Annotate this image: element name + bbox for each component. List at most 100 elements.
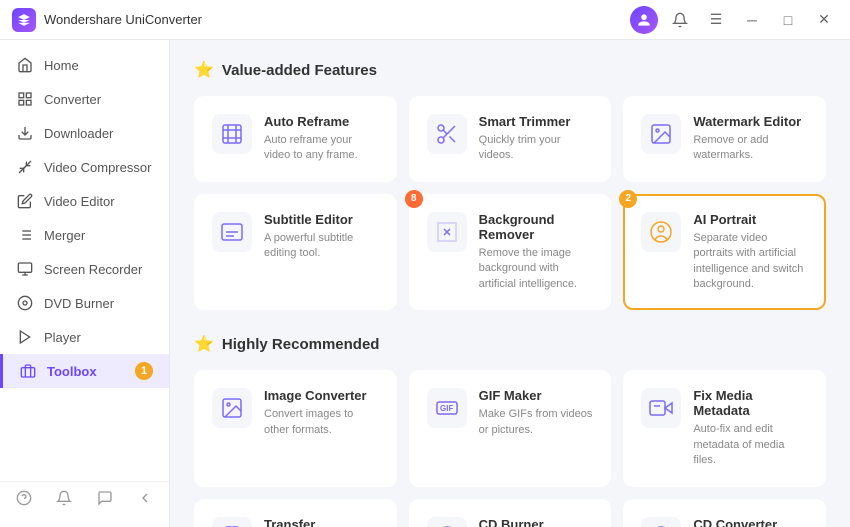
sidebar-item-video-editor-label: Video Editor (44, 194, 115, 209)
ai-portrait-badge: 2 (619, 190, 637, 208)
ai-portrait-badge-container: 2 (619, 190, 637, 208)
gif-maker-card[interactable]: GIF GIF Maker Make GIFs from videos or p… (409, 370, 612, 486)
notification-button[interactable] (666, 6, 694, 34)
value-added-title-text: Value-added Features (222, 62, 377, 79)
sidebar-item-video-compressor[interactable]: Video Compressor (0, 150, 169, 184)
help-icon[interactable] (16, 490, 32, 511)
value-added-icon: ⭐ (194, 60, 214, 80)
sidebar-item-screen-recorder[interactable]: Screen Recorder (0, 252, 169, 286)
cd-converter-name: CD Converter (693, 517, 808, 527)
transfer-icon (212, 517, 252, 527)
cd-converter-card[interactable]: CD Converter Convert music from CD. (623, 499, 826, 527)
background-remover-badge-container: 8 (405, 190, 423, 208)
image-converter-info: Image Converter Convert images to other … (264, 388, 379, 438)
subtitle-editor-icon (212, 212, 252, 252)
collapse-icon[interactable] (137, 490, 153, 511)
fix-media-metadata-info: Fix Media Metadata Auto-fix and edit met… (693, 388, 808, 468)
sidebar-item-dvd-burner[interactable]: DVD Burner (0, 286, 169, 320)
subtitle-editor-desc: A powerful subtitle editing tool. (264, 231, 379, 262)
dvd-burner-icon (16, 294, 34, 312)
ai-portrait-name: AI Portrait (693, 212, 808, 227)
sidebar: Home Converter Downloader Video Compress… (0, 40, 170, 527)
close-button[interactable]: ✕ (810, 6, 838, 34)
ai-portrait-card[interactable]: 2 AI Portrait Separate video portraits w… (623, 194, 826, 311)
smart-trimmer-icon (427, 114, 467, 154)
sidebar-item-home[interactable]: Home (0, 48, 169, 82)
recommended-icon: ⭐ (194, 334, 214, 354)
gif-maker-desc: Make GIFs from videos or pictures. (479, 407, 594, 438)
menu-button[interactable]: ☰ (702, 6, 730, 34)
sidebar-item-screen-recorder-label: Screen Recorder (44, 262, 142, 277)
auto-reframe-desc: Auto reframe your video to any frame. (264, 133, 379, 164)
sidebar-item-merger[interactable]: Merger (0, 218, 169, 252)
fix-media-metadata-icon (641, 388, 681, 428)
smart-trimmer-card[interactable]: Smart Trimmer Quickly trim your videos. (409, 96, 612, 182)
title-bar-right: ☰ ─ □ ✕ (630, 6, 838, 34)
value-added-section-title: ⭐ Value-added Features (194, 60, 826, 80)
downloader-icon (16, 124, 34, 142)
watermark-editor-info: Watermark Editor Remove or add watermark… (693, 114, 808, 164)
smart-trimmer-desc: Quickly trim your videos. (479, 133, 594, 164)
sidebar-item-downloader[interactable]: Downloader (0, 116, 169, 150)
toolbox-icon (19, 362, 37, 380)
subtitle-editor-info: Subtitle Editor A powerful subtitle edit… (264, 212, 379, 262)
sidebar-item-home-label: Home (44, 58, 79, 73)
video-editor-icon (16, 192, 34, 210)
image-converter-card[interactable]: Image Converter Convert images to other … (194, 370, 397, 486)
content-area: ⭐ Value-added Features Auto Reframe Auto… (170, 40, 850, 527)
converter-icon (16, 90, 34, 108)
maximize-button[interactable]: □ (774, 6, 802, 34)
highly-recommended-section-title: ⭐ Highly Recommended (194, 334, 826, 354)
gif-maker-icon: GIF (427, 388, 467, 428)
feedback-icon[interactable] (97, 490, 113, 511)
ai-portrait-info: AI Portrait Separate video portraits wit… (693, 212, 808, 293)
bell-icon[interactable] (56, 490, 72, 511)
smart-trimmer-name: Smart Trimmer (479, 114, 594, 129)
screen-recorder-icon (16, 260, 34, 278)
fix-media-metadata-card[interactable]: Fix Media Metadata Auto-fix and edit met… (623, 370, 826, 486)
highly-recommended-grid: Image Converter Convert images to other … (194, 370, 826, 527)
merger-icon (16, 226, 34, 244)
transfer-card[interactable]: Transfer Transfer your files to device (194, 499, 397, 527)
auto-reframe-icon (212, 114, 252, 154)
ai-portrait-desc: Separate video portraits with artificial… (693, 231, 808, 293)
image-converter-desc: Convert images to other formats. (264, 407, 379, 438)
watermark-editor-icon (641, 114, 681, 154)
svg-text:GIF: GIF (440, 404, 453, 413)
sidebar-item-video-editor[interactable]: Video Editor (0, 184, 169, 218)
home-icon (16, 56, 34, 74)
subtitle-editor-name: Subtitle Editor (264, 212, 379, 227)
cd-converter-info: CD Converter Convert music from CD. (693, 517, 808, 527)
background-remover-badge: 8 (405, 190, 423, 208)
user-icon-button[interactable] (630, 6, 658, 34)
sidebar-item-toolbox[interactable]: Toolbox 1 (0, 354, 169, 388)
watermark-editor-card[interactable]: Watermark Editor Remove or add watermark… (623, 96, 826, 182)
toolbox-badge: 1 (135, 362, 153, 380)
cd-burner-card[interactable]: CD Burner Burn your music to CD. (409, 499, 612, 527)
watermark-editor-name: Watermark Editor (693, 114, 808, 129)
app-title: Wondershare UniConverter (44, 12, 202, 27)
image-converter-name: Image Converter (264, 388, 379, 403)
cd-converter-icon (641, 517, 681, 527)
gif-maker-info: GIF Maker Make GIFs from videos or pictu… (479, 388, 594, 438)
ai-portrait-icon (641, 212, 681, 252)
player-icon (16, 328, 34, 346)
sidebar-item-dvd-burner-label: DVD Burner (44, 296, 114, 311)
background-remover-card[interactable]: 8 Background Remover Remove the image ba… (409, 194, 612, 311)
sidebar-item-video-compressor-label: Video Compressor (44, 160, 151, 175)
title-bar: Wondershare UniConverter ☰ ─ □ ✕ (0, 0, 850, 40)
background-remover-icon (427, 212, 467, 252)
smart-trimmer-info: Smart Trimmer Quickly trim your videos. (479, 114, 594, 164)
cd-burner-info: CD Burner Burn your music to CD. (479, 517, 594, 527)
sidebar-item-converter-label: Converter (44, 92, 101, 107)
sidebar-item-toolbox-label: Toolbox (47, 364, 97, 379)
background-remover-desc: Remove the image background with artific… (479, 246, 594, 292)
minimize-button[interactable]: ─ (738, 6, 766, 34)
subtitle-editor-card[interactable]: Subtitle Editor A powerful subtitle edit… (194, 194, 397, 311)
sidebar-item-converter[interactable]: Converter (0, 82, 169, 116)
value-added-grid: Auto Reframe Auto reframe your video to … (194, 96, 826, 310)
auto-reframe-card[interactable]: Auto Reframe Auto reframe your video to … (194, 96, 397, 182)
auto-reframe-name: Auto Reframe (264, 114, 379, 129)
sidebar-item-player[interactable]: Player (0, 320, 169, 354)
background-remover-name: Background Remover (479, 212, 594, 242)
